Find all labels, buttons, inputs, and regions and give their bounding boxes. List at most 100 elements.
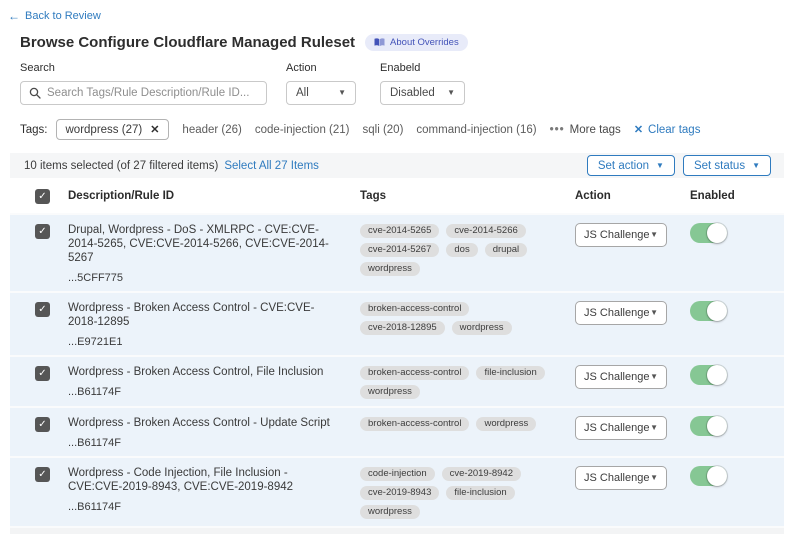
tag-option[interactable]: sqli (20) — [363, 124, 404, 136]
enabled-filter-value: Disabled — [390, 87, 435, 99]
set-status-button[interactable]: Set status ▼ — [683, 155, 771, 176]
chevron-down-icon: ▼ — [650, 474, 658, 482]
row-checkbox[interactable]: ✓ — [35, 366, 50, 381]
tags-label: Tags: — [20, 124, 48, 136]
tag-pill: cve-2018-12895 — [360, 321, 445, 335]
action-filter-select[interactable]: All ▼ — [286, 81, 356, 105]
tag-option[interactable]: header (26) — [182, 124, 241, 136]
row-checkbox[interactable]: ✓ — [35, 224, 50, 239]
tag-pill: drupal — [485, 243, 527, 257]
selection-summary: 10 items selected (of 27 filtered items) — [24, 160, 218, 172]
rule-id: ...E9721E1 — [68, 336, 360, 348]
rule-enabled-toggle[interactable] — [690, 365, 727, 385]
tag-pill: wordpress — [360, 262, 420, 276]
chevron-down-icon: ▼ — [447, 89, 455, 97]
rule-tags: broken-access-controlfile-inclusionwordp… — [360, 365, 575, 399]
rule-description: Wordpress - Broken Access Control - CVE:… — [68, 301, 360, 329]
search-filter-group: Search — [20, 62, 267, 105]
rule-tags: cve-2014-5265cve-2014-5266cve-2014-5267d… — [360, 223, 575, 284]
rule-enabled-toggle[interactable] — [690, 223, 727, 243]
select-all-checkbox[interactable]: ✓ — [35, 189, 50, 204]
column-header-enabled: Enabled — [690, 190, 784, 202]
tag-option[interactable]: code-injection (21) — [255, 124, 350, 136]
enabled-filter-select[interactable]: Disabled ▼ — [380, 81, 465, 105]
tag-pill: file-inclusion — [476, 366, 544, 380]
select-all-link[interactable]: Select All 27 Items — [224, 160, 319, 172]
toggle-knob — [707, 416, 727, 436]
search-input[interactable] — [47, 87, 258, 99]
tag-pill: cve-2019-8943 — [360, 486, 439, 500]
search-input-wrapper — [20, 81, 267, 105]
tag-option[interactable]: command-injection (16) — [416, 124, 536, 136]
rule-enabled-toggle[interactable] — [690, 416, 727, 436]
chevron-down-icon: ▼ — [650, 309, 658, 317]
clear-tags-label: Clear tags — [648, 124, 700, 136]
more-tags-button[interactable]: ••• More tags — [550, 124, 621, 136]
tag-pill: broken-access-control — [360, 366, 469, 380]
set-action-button[interactable]: Set action ▼ — [587, 155, 675, 176]
column-header-action: Action — [575, 190, 690, 202]
chevron-down-icon: ▼ — [752, 162, 760, 170]
rule-action-dropdown[interactable]: JS Challenge ▼ — [575, 365, 667, 389]
table-row: ✓ Wordpress - Broken Access Control - CV… — [10, 293, 784, 357]
row-checkbox[interactable]: ✓ — [35, 417, 50, 432]
rule-action-value: JS Challenge — [584, 472, 649, 484]
selection-bar: 10 items selected (of 27 filtered items)… — [10, 153, 784, 178]
column-header-description: Description/Rule ID — [68, 190, 360, 202]
rule-action-value: JS Challenge — [584, 422, 649, 434]
rule-action-dropdown[interactable]: JS Challenge ▼ — [575, 466, 667, 490]
rule-tags: broken-access-control cve-2018-12895 wordp… — [360, 301, 575, 348]
rule-action-value: JS Challenge — [584, 307, 649, 319]
back-to-review-link[interactable]: ← Back to Review — [0, 0, 101, 23]
tag-pill: dos — [446, 243, 477, 257]
chevron-down-icon: ▼ — [650, 424, 658, 432]
tag-pill: broken-access-control — [360, 302, 469, 316]
action-filter-label: Action — [286, 62, 356, 74]
column-header-tags: Tags — [360, 190, 575, 202]
about-overrides-badge[interactable]: About Overrides — [365, 34, 468, 51]
table-row: ✓ Wordpress - Broken Access Control - Up… — [10, 408, 784, 458]
check-icon: ✓ — [38, 420, 46, 430]
tag-pill: wordpress — [476, 417, 536, 431]
rule-enabled-toggle[interactable] — [690, 466, 727, 486]
page-title: Browse Configure Cloudflare Managed Rule… — [20, 34, 355, 51]
about-overrides-label: About Overrides — [390, 37, 459, 48]
rules-table: ✓ Description/Rule ID Tags Action Enable… — [10, 180, 784, 528]
action-filter-group: Action All ▼ — [286, 62, 356, 105]
rule-action-dropdown[interactable]: JS Challenge ▼ — [575, 416, 667, 440]
toggle-knob — [707, 466, 727, 486]
ellipsis-icon: ••• — [550, 124, 565, 136]
rule-action-dropdown[interactable]: JS Challenge ▼ — [575, 223, 667, 247]
rule-description: Wordpress - Broken Access Control, File … — [68, 365, 360, 379]
row-checkbox[interactable]: ✓ — [35, 302, 50, 317]
table-body: ✓ Drupal, Wordpress - DoS - XMLRPC - CVE… — [10, 215, 784, 528]
table-footer-divider — [10, 528, 784, 534]
clear-tags-button[interactable]: ✕ Clear tags — [634, 123, 701, 136]
search-label: Search — [20, 62, 267, 74]
tag-pill: cve-2019-8942 — [442, 467, 521, 481]
rule-id: ...B61174F — [68, 386, 360, 398]
toggle-knob — [707, 223, 727, 243]
search-icon — [29, 87, 41, 99]
tag-pill: wordpress — [360, 505, 420, 519]
row-checkbox[interactable]: ✓ — [35, 467, 50, 482]
rule-tags: broken-access-controlwordpress — [360, 416, 575, 449]
chevron-down-icon: ▼ — [650, 373, 658, 381]
toggle-knob — [707, 365, 727, 385]
rule-enabled-toggle[interactable] — [690, 301, 727, 321]
table-row: ✓ Wordpress - Broken Access Control, Fil… — [10, 357, 784, 408]
close-icon: ✕ — [634, 123, 643, 136]
action-filter-value: All — [296, 87, 309, 99]
selected-tag-chip[interactable]: wordpress (27) ✕ — [56, 119, 170, 140]
check-icon: ✓ — [38, 305, 46, 315]
tag-pill: wordpress — [452, 321, 512, 335]
rule-action-dropdown[interactable]: JS Challenge ▼ — [575, 301, 667, 325]
enabled-filter-label: Enabeld — [380, 62, 465, 74]
toggle-knob — [707, 301, 727, 321]
remove-tag-icon[interactable]: ✕ — [150, 123, 159, 136]
check-icon: ✓ — [38, 227, 46, 237]
enabled-filter-group: Enabeld Disabled ▼ — [380, 62, 465, 105]
check-icon: ✓ — [38, 470, 46, 480]
rule-description: Drupal, Wordpress - DoS - XMLRPC - CVE:C… — [68, 223, 360, 265]
back-link-label: Back to Review — [25, 10, 101, 22]
